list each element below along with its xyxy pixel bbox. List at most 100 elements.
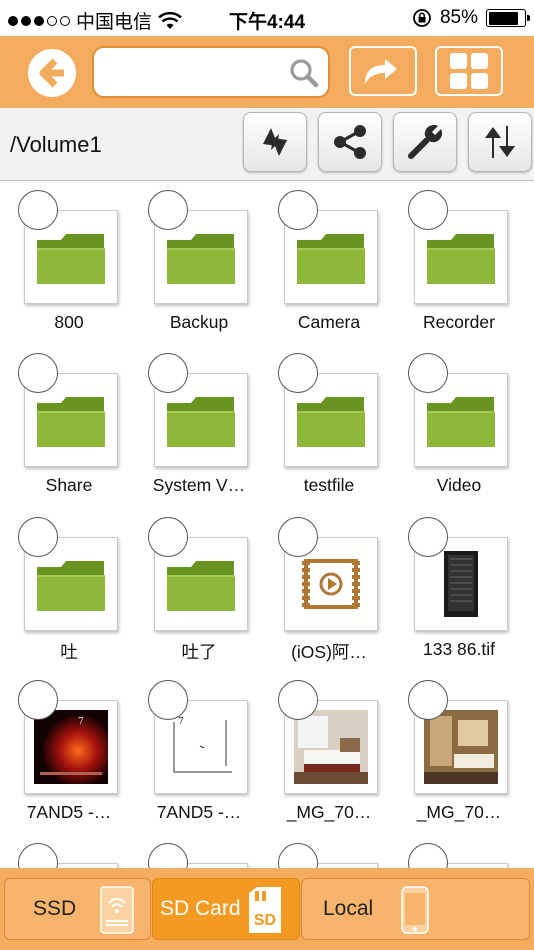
tab-local[interactable]: Local <box>301 878 530 940</box>
folder-icon <box>167 397 235 447</box>
file-item[interactable] <box>134 835 264 868</box>
album-cover-image: 7 <box>34 710 108 784</box>
file-item[interactable] <box>264 835 394 868</box>
folder-item[interactable]: Backup <box>134 182 264 342</box>
tab-label: SD Card <box>160 897 241 920</box>
file-item[interactable]: _MG_70… <box>264 672 394 832</box>
refresh-icon <box>263 128 287 156</box>
select-checkbox[interactable] <box>148 353 188 393</box>
hotel-room-image <box>424 710 498 784</box>
item-name: Share <box>45 475 93 495</box>
folder-item[interactable]: Recorder <box>394 182 524 342</box>
grid-view-button[interactable] <box>435 46 503 96</box>
tab-ssd[interactable]: SSD <box>4 878 151 940</box>
wrench-icon <box>408 124 443 159</box>
search-icon[interactable] <box>288 57 320 89</box>
path-bar: /Volume1 <box>0 108 534 181</box>
svg-text:7: 7 <box>178 717 184 727</box>
folder-item[interactable]: Camera <box>264 182 394 342</box>
select-checkbox[interactable] <box>408 190 448 230</box>
select-checkbox[interactable] <box>278 680 318 720</box>
file-item[interactable]: 7 7AND5 -… <box>4 672 134 832</box>
select-checkbox[interactable] <box>148 680 188 720</box>
item-name: 7AND5 -… <box>156 802 242 822</box>
file-item[interactable]: 7 7AND5 -… <box>134 672 264 832</box>
item-name: testfile <box>303 475 355 495</box>
folder-item[interactable]: testfile <box>264 345 394 505</box>
forward-share-button[interactable] <box>349 46 417 96</box>
item-name: _MG_70… <box>416 802 502 822</box>
select-checkbox[interactable] <box>148 843 188 868</box>
file-item[interactable]: _MG_70… <box>394 672 524 832</box>
ssd-drive-icon <box>100 886 134 934</box>
select-checkbox[interactable] <box>278 353 318 393</box>
select-checkbox[interactable] <box>408 843 448 868</box>
folder-item[interactable]: 吐了 <box>134 509 264 669</box>
storage-tab-bar: SSD SD Card SD Local <box>0 868 534 950</box>
search-input[interactable] <box>104 56 284 88</box>
folder-item[interactable]: System V… <box>134 345 264 505</box>
item-name: Backup <box>169 312 229 332</box>
tab-sd-card[interactable]: SD Card SD <box>152 878 300 940</box>
select-checkbox[interactable] <box>18 843 58 868</box>
folder-icon <box>167 561 235 611</box>
search-box[interactable] <box>92 46 330 98</box>
select-checkbox[interactable] <box>408 517 448 557</box>
folder-icon <box>37 561 105 611</box>
battery-icon <box>486 9 530 27</box>
orientation-lock-icon <box>413 9 431 27</box>
select-checkbox[interactable] <box>278 190 318 230</box>
item-name: 7AND5 -… <box>26 802 112 822</box>
folder-item[interactable]: Share <box>4 345 134 505</box>
select-checkbox[interactable] <box>278 517 318 557</box>
sort-icon <box>485 126 515 158</box>
sort-button[interactable] <box>468 112 532 172</box>
item-name: Camera <box>297 312 361 332</box>
tab-label: SSD <box>33 897 77 920</box>
select-checkbox[interactable] <box>18 190 58 230</box>
folder-icon <box>297 234 365 284</box>
hotel-room-image <box>294 710 368 784</box>
item-name: Recorder <box>423 312 495 332</box>
phone-icon <box>401 886 429 934</box>
folder-icon <box>427 234 495 284</box>
battery-percent: 85% <box>439 7 478 28</box>
item-name: _MG_70… <box>286 802 372 822</box>
video-file-icon <box>302 559 360 609</box>
forward-share-icon <box>365 59 397 84</box>
top-toolbar <box>0 36 534 108</box>
album-cover-image: 7 <box>164 710 238 784</box>
file-item[interactable]: 133 86.tif <box>394 509 524 669</box>
server-cabinet-image <box>444 551 478 617</box>
select-checkbox[interactable] <box>148 190 188 230</box>
folder-item[interactable]: 吐 <box>4 509 134 669</box>
select-checkbox[interactable] <box>278 843 318 868</box>
current-path: /Volume1 <box>10 132 102 157</box>
svg-text:7: 7 <box>78 717 84 727</box>
file-grid[interactable]: 800 Backup Camera Recorder Share System V… tes… <box>0 182 534 868</box>
file-item[interactable] <box>4 835 134 868</box>
item-name: 800 <box>54 312 84 332</box>
tools-button[interactable] <box>393 112 457 172</box>
select-checkbox[interactable] <box>408 680 448 720</box>
item-name: (iOS)阿… <box>291 642 367 662</box>
item-name: Video <box>436 475 482 495</box>
select-checkbox[interactable] <box>148 517 188 557</box>
refresh-button[interactable] <box>243 112 307 172</box>
share-icon <box>334 125 366 159</box>
item-name: System V… <box>152 475 246 495</box>
status-bar: 中国电信 下午4:44 85% <box>0 0 534 36</box>
select-checkbox[interactable] <box>408 353 448 393</box>
select-checkbox[interactable] <box>18 680 58 720</box>
select-checkbox[interactable] <box>18 517 58 557</box>
select-checkbox[interactable] <box>18 353 58 393</box>
back-button[interactable] <box>28 49 76 97</box>
folder-item[interactable]: 800 <box>4 182 134 342</box>
grid-view-icon <box>450 53 488 89</box>
folder-icon <box>37 234 105 284</box>
folder-icon <box>297 397 365 447</box>
file-item[interactable]: (iOS)阿… <box>264 509 394 669</box>
share-button[interactable] <box>318 112 382 172</box>
file-item[interactable] <box>394 835 524 868</box>
folder-item[interactable]: Video <box>394 345 524 505</box>
